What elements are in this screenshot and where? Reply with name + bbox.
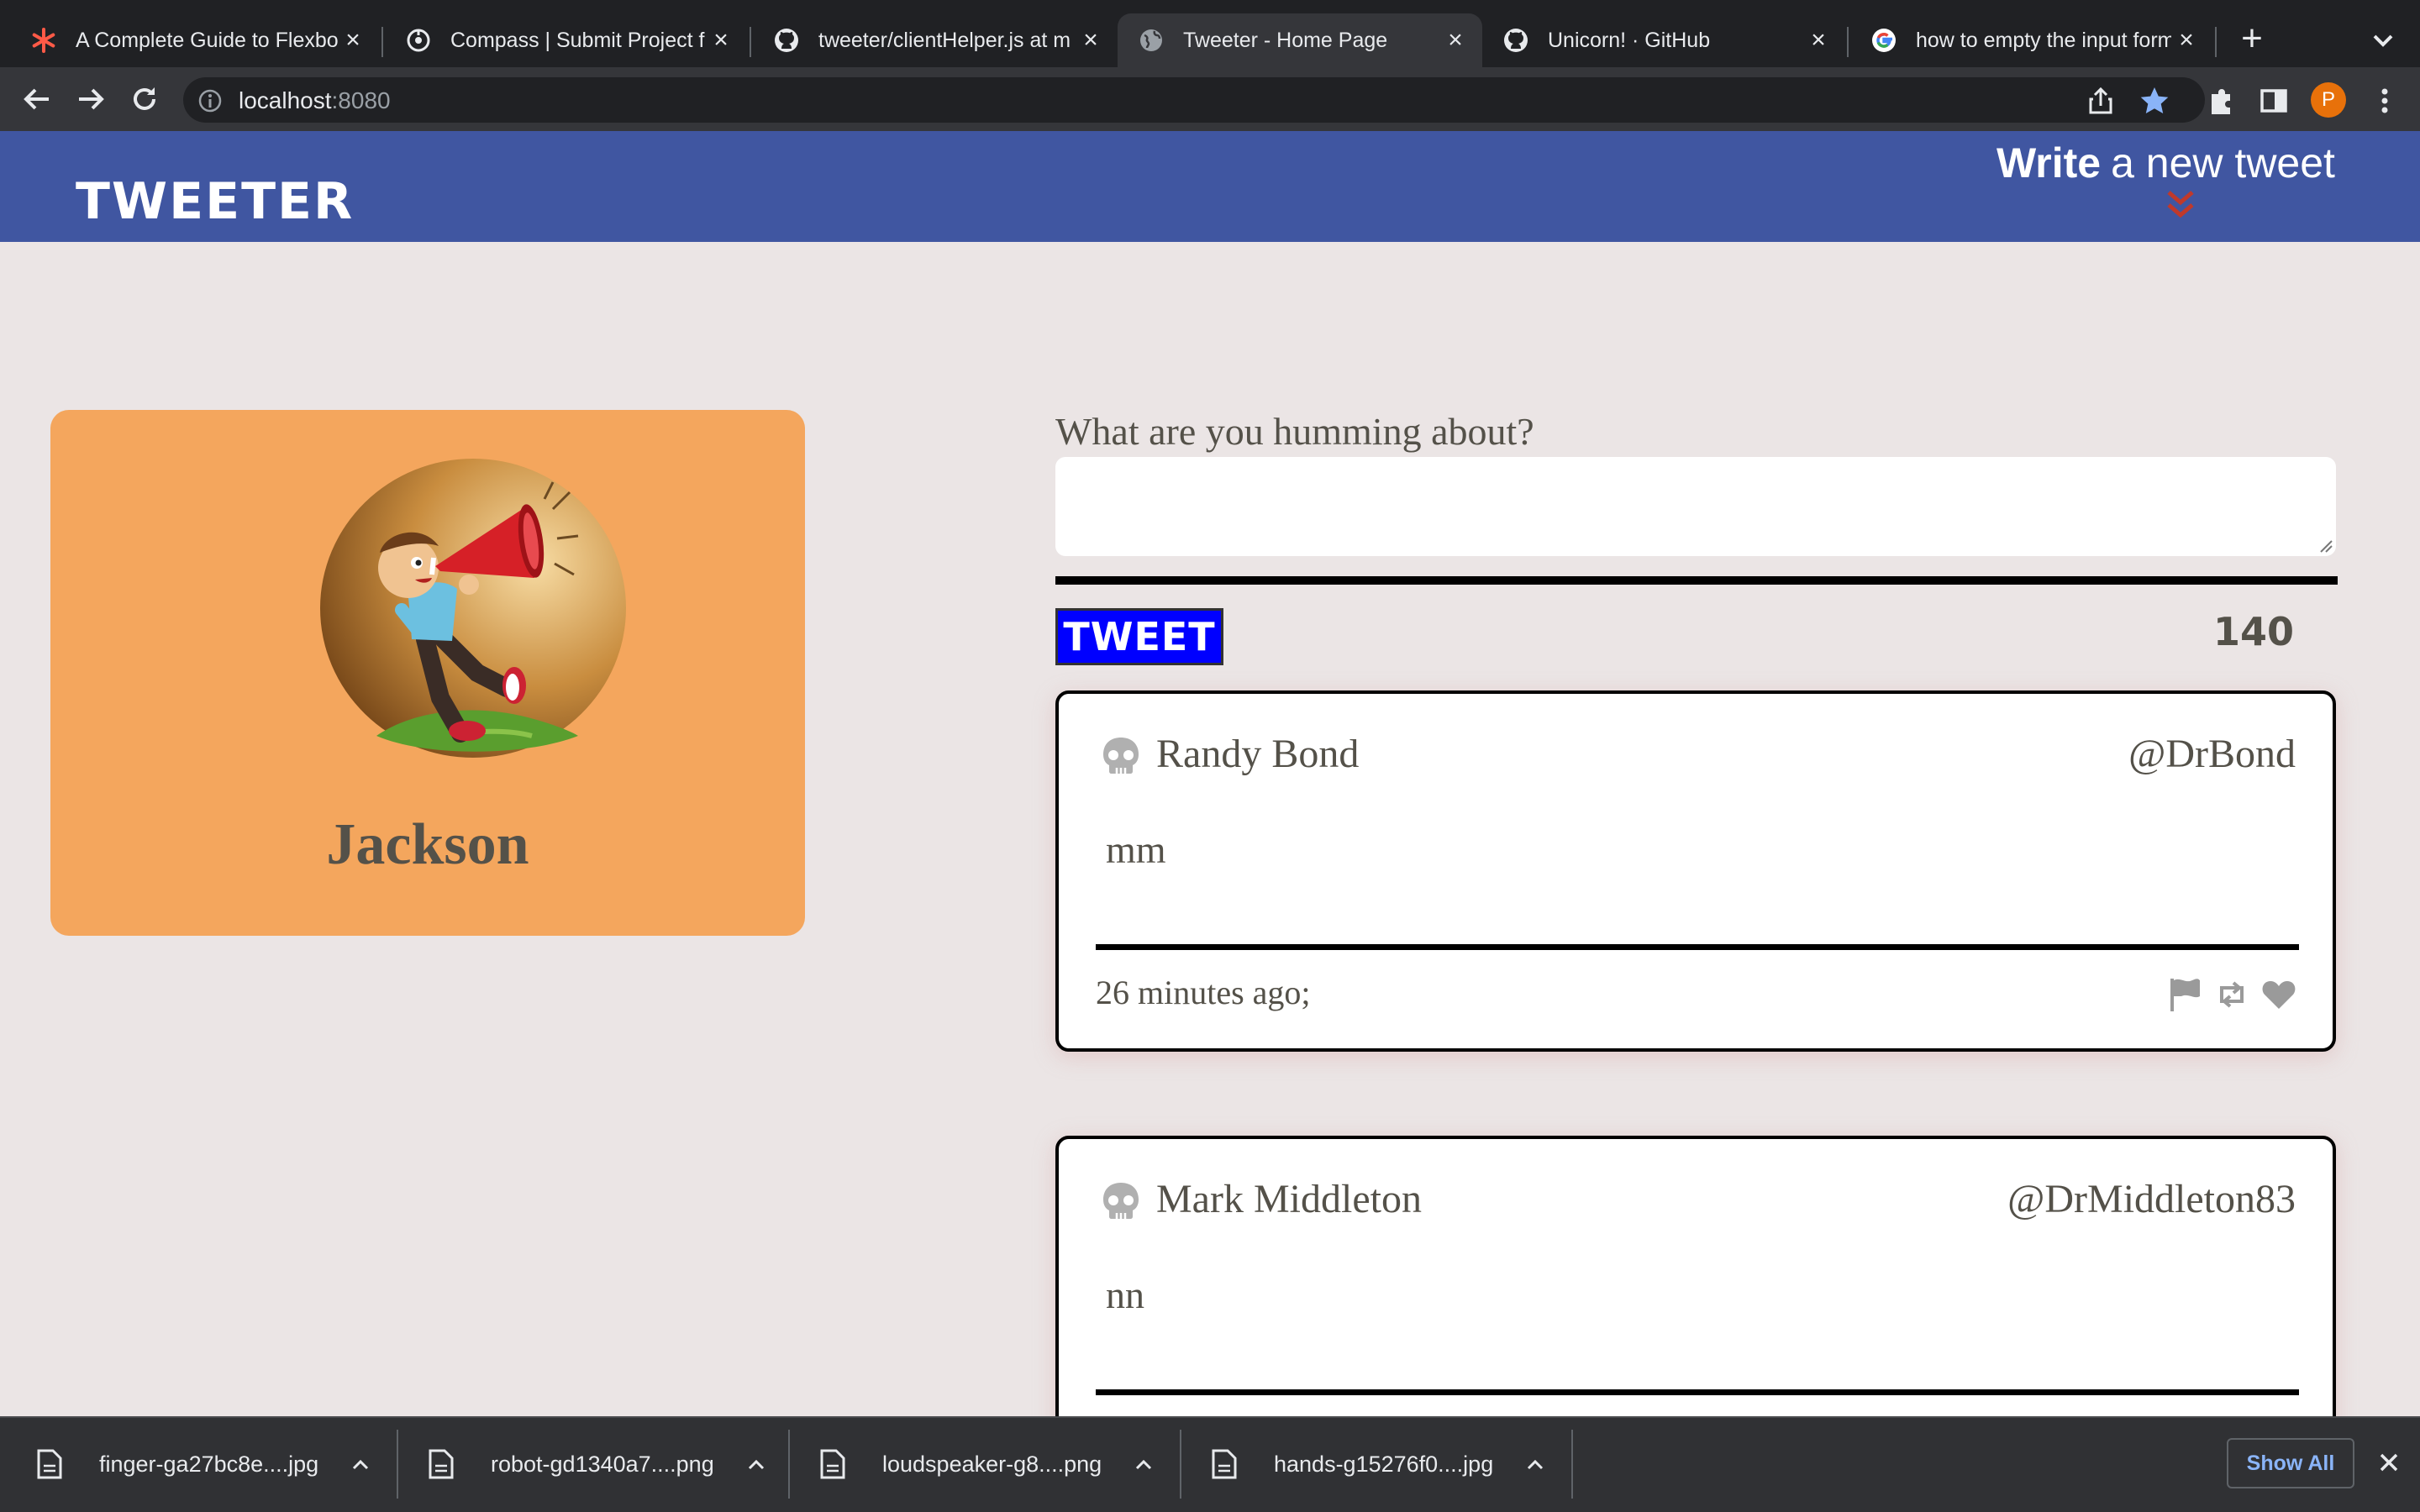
tweet-body: nn (1106, 1273, 1144, 1316)
tweet-author-name: Mark Middleton (1156, 1177, 1422, 1221)
asterisk-favicon-icon (30, 27, 57, 54)
tab-divider (381, 27, 383, 57)
chevron-up-icon[interactable] (349, 1456, 372, 1473)
more-vert-icon[interactable] (2368, 84, 2402, 118)
globe-favicon-icon (1138, 27, 1165, 54)
side-panel-icon[interactable] (2257, 84, 2291, 118)
new-tab-button[interactable]: + (2233, 20, 2270, 57)
tweet-author-name: Randy Bond (1156, 732, 1360, 776)
skull-icon (1103, 1183, 1139, 1219)
file-icon (1212, 1449, 1237, 1479)
url-host: localhost (239, 87, 332, 113)
site-logo[interactable]: TWEETER (76, 168, 354, 235)
download-divider (397, 1430, 398, 1499)
tweet-divider (1096, 1389, 2299, 1395)
loudspeaker-avatar (320, 459, 626, 758)
write-label: Write (1996, 139, 2102, 186)
forward-arrow-icon[interactable] (74, 82, 108, 116)
chevron-down-icon[interactable] (2366, 24, 2400, 57)
download-divider (788, 1430, 790, 1499)
download-item[interactable]: robot-gd1340a7....png (429, 1428, 768, 1500)
tab-title: Unicorn! · GitHub (1548, 28, 1711, 52)
back-arrow-icon[interactable] (20, 82, 54, 116)
heart-icon[interactable] (2260, 976, 2297, 1013)
close-icon[interactable]: × (706, 26, 736, 55)
google-icon (1870, 27, 1897, 54)
github-icon (1502, 27, 1529, 54)
chevron-up-icon[interactable] (1523, 1456, 1547, 1473)
chevron-up-icon[interactable] (1132, 1456, 1155, 1473)
tweet-author-handle: @DrMiddleton83 (2007, 1177, 2296, 1221)
show-all-button[interactable]: Show All (2227, 1438, 2354, 1488)
flag-icon[interactable] (2166, 976, 2203, 1013)
profile-card: Jackson (50, 410, 805, 936)
download-item[interactable]: finger-ga27bc8e....jpg (37, 1428, 372, 1500)
close-icon[interactable]: × (1440, 26, 1470, 55)
download-filename: loudspeaker-g8....png (882, 1451, 1102, 1477)
tab-title: Compass | Submit Project f (450, 28, 705, 52)
tab-compass[interactable]: Compass | Submit Project f × (385, 13, 748, 67)
info-icon[interactable] (197, 87, 224, 114)
tab-tweeter-home[interactable]: Tweeter - Home Page × (1118, 13, 1482, 67)
tab-divider (2215, 27, 2217, 57)
close-icon[interactable]: × (2171, 26, 2202, 55)
close-icon[interactable]: × (338, 26, 368, 55)
download-item[interactable]: hands-g15276f0....jpg (1212, 1428, 1547, 1500)
tab-flexbox-guide[interactable]: A Complete Guide to Flexbox × (10, 13, 380, 67)
tweet-card: Randy Bond @DrBond mm 26 minutes ago; (1055, 690, 2336, 1052)
tweet-textarea[interactable] (1055, 457, 2336, 556)
share-icon[interactable] (2084, 84, 2118, 118)
profile-name: Jackson (326, 812, 529, 877)
url-port: :8080 (331, 87, 391, 113)
chevron-up-icon[interactable] (744, 1456, 768, 1473)
double-chevron-down-icon[interactable] (2163, 188, 2198, 220)
profile-avatar[interactable]: P (2311, 82, 2346, 118)
tab-google-search[interactable]: how to empty the input form × (1850, 13, 2213, 67)
compass-favicon-icon (405, 27, 432, 54)
bookmark-star-icon[interactable] (2138, 84, 2171, 118)
file-icon (820, 1449, 845, 1479)
file-icon (429, 1449, 454, 1479)
tweet-body: mm (1106, 828, 1166, 871)
tweet-actions (2166, 976, 2297, 1013)
tab-title: tweeter/clientHelper.js at m (818, 28, 1071, 52)
write-rest-label: a new tweet (2111, 139, 2335, 186)
tab-divider (750, 27, 751, 57)
write-new-tweet-link[interactable]: Write a new tweet (1996, 136, 2335, 190)
github-icon (773, 27, 800, 54)
tab-title: A Complete Guide to Flexbox (76, 28, 338, 52)
download-filename: finger-ga27bc8e....jpg (99, 1451, 319, 1477)
close-icon[interactable] (2375, 1448, 2403, 1477)
address-bar[interactable] (183, 77, 2205, 123)
address-url[interactable]: localhost:8080 (239, 86, 391, 116)
skull-icon (1103, 738, 1139, 774)
download-filename: hands-g15276f0....jpg (1274, 1451, 1494, 1477)
resize-handle-icon[interactable] (2317, 538, 2333, 553)
tab-divider (1847, 27, 1849, 57)
tweet-author-handle: @DrBond (2128, 732, 2296, 776)
tweet-submit-button[interactable]: TWEET (1055, 608, 1223, 665)
file-icon (37, 1449, 62, 1479)
extensions-puzzle-icon[interactable] (2205, 84, 2238, 118)
retweet-icon[interactable] (2213, 976, 2250, 1013)
close-icon[interactable]: × (1076, 26, 1106, 55)
tab-github-clienthelper[interactable]: tweeter/clientHelper.js at m × (753, 13, 1118, 67)
character-counter: 140 (2212, 609, 2294, 654)
compose-divider (1055, 576, 2338, 585)
download-item[interactable]: loudspeaker-g8....png (820, 1428, 1155, 1500)
download-divider (1571, 1430, 1573, 1499)
download-divider (1180, 1430, 1181, 1499)
tab-unicorn-github[interactable]: Unicorn! · GitHub × (1482, 13, 1845, 67)
close-icon[interactable]: × (1803, 26, 1833, 55)
download-filename: robot-gd1340a7....png (491, 1451, 714, 1477)
compose-label: What are you humming about? (1055, 410, 1534, 453)
tweet-divider (1096, 944, 2299, 950)
tab-title: how to empty the input form (1916, 28, 2171, 52)
tweet-timestamp: 26 minutes ago; (1096, 974, 1311, 1011)
tab-title: Tweeter - Home Page (1183, 28, 1388, 52)
reload-icon[interactable] (128, 82, 161, 116)
